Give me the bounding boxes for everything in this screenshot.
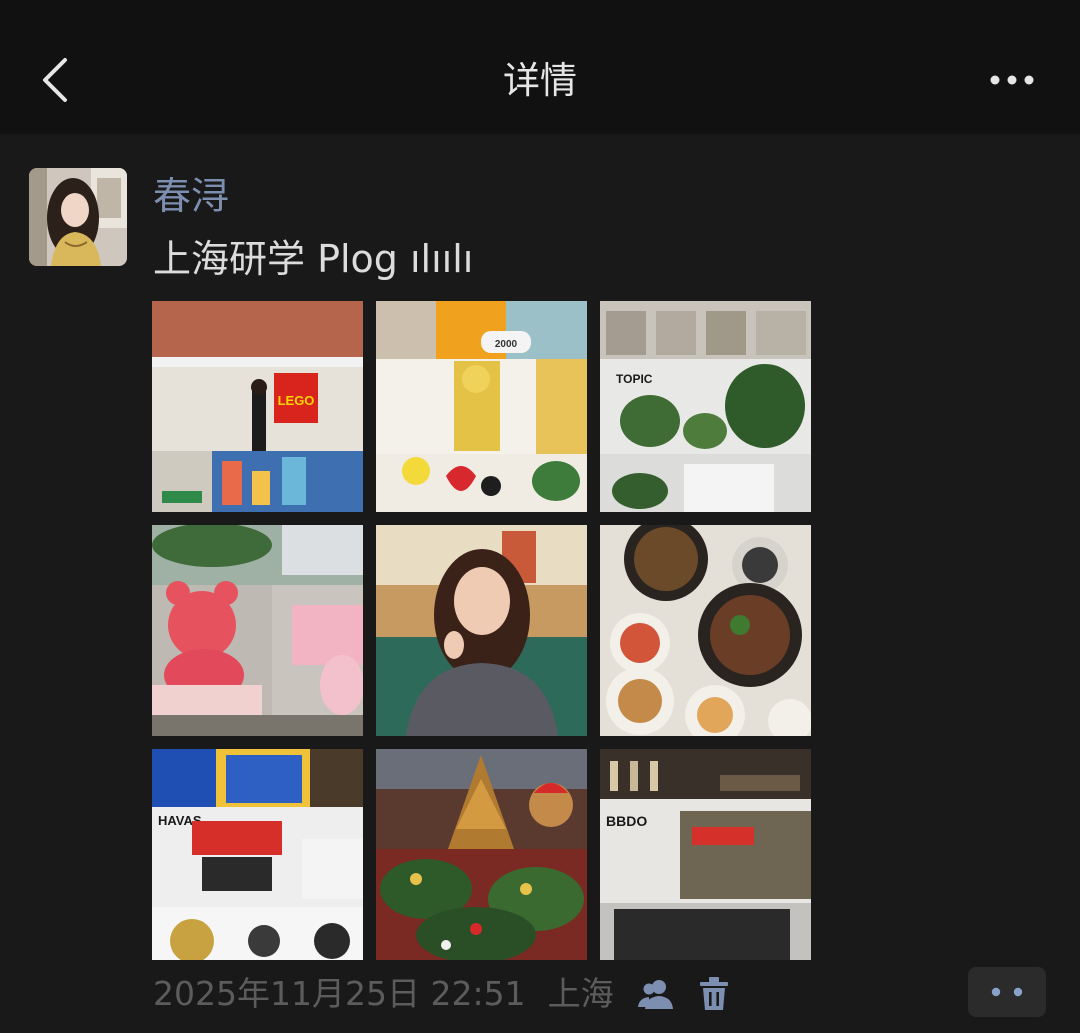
chevron-left-icon bbox=[43, 58, 67, 102]
back-button[interactable] bbox=[30, 48, 80, 112]
trash-icon bbox=[699, 977, 728, 1010]
photo-7[interactable]: HAVAS bbox=[152, 749, 363, 960]
photo-food bbox=[600, 525, 811, 736]
photo-havas-office: HAVAS bbox=[152, 749, 363, 960]
more-dots-icon bbox=[990, 75, 1034, 85]
photo-2[interactable]: 2000 bbox=[376, 301, 587, 512]
photo-portrait bbox=[376, 525, 587, 736]
delete-button[interactable] bbox=[694, 974, 734, 1014]
photo-4[interactable] bbox=[152, 525, 363, 736]
photo-6[interactable] bbox=[600, 525, 811, 736]
friends-visibility-button[interactable] bbox=[636, 974, 676, 1014]
photo-1[interactable]: LEGO bbox=[152, 301, 363, 512]
avatar-image bbox=[29, 168, 127, 266]
photo-9[interactable]: BBDO bbox=[600, 749, 811, 960]
post-text: 上海研学 Plog ılıılı bbox=[153, 237, 474, 281]
photo-bbdo-office: BBDO bbox=[600, 749, 811, 960]
post-location[interactable]: 上海 bbox=[548, 972, 614, 1016]
more-dots-icon bbox=[991, 987, 1023, 997]
photo-3-label: TOPIC bbox=[616, 372, 653, 386]
photo-9-label: BBDO bbox=[606, 813, 647, 829]
moment-detail: 春浔 上海研学 Plog ılıılı LEGO 2000 TOPIC HAVA… bbox=[0, 134, 1080, 1033]
post-timestamp: 2025年11月25日 22:51 bbox=[153, 974, 526, 1013]
photo-pink-bear bbox=[152, 525, 363, 736]
more-options-button[interactable] bbox=[980, 60, 1044, 100]
photo-8[interactable] bbox=[376, 749, 587, 960]
friends-icon bbox=[637, 980, 673, 1009]
photo-office-plants: TOPIC bbox=[600, 301, 811, 512]
page-title: 详情 bbox=[503, 59, 577, 102]
photo-1-label: LEGO bbox=[278, 393, 315, 408]
avatar[interactable] bbox=[29, 168, 127, 266]
top-nav-bar: 详情 bbox=[0, 0, 1080, 134]
photo-5[interactable] bbox=[376, 525, 587, 736]
post-meta: 2025年11月25日 22:51 上海 bbox=[153, 972, 734, 1016]
username[interactable]: 春浔 bbox=[153, 172, 229, 220]
like-comment-button[interactable] bbox=[968, 967, 1046, 1017]
photo-lego-office: LEGO bbox=[152, 301, 363, 512]
photo-lego-figure: 2000 bbox=[376, 301, 587, 512]
photo-grid: LEGO 2000 TOPIC HAVAS BBDO bbox=[152, 301, 811, 960]
photo-christmas-tree bbox=[376, 749, 587, 960]
photo-2-label: 2000 bbox=[495, 339, 518, 350]
photo-3[interactable]: TOPIC bbox=[600, 301, 811, 512]
